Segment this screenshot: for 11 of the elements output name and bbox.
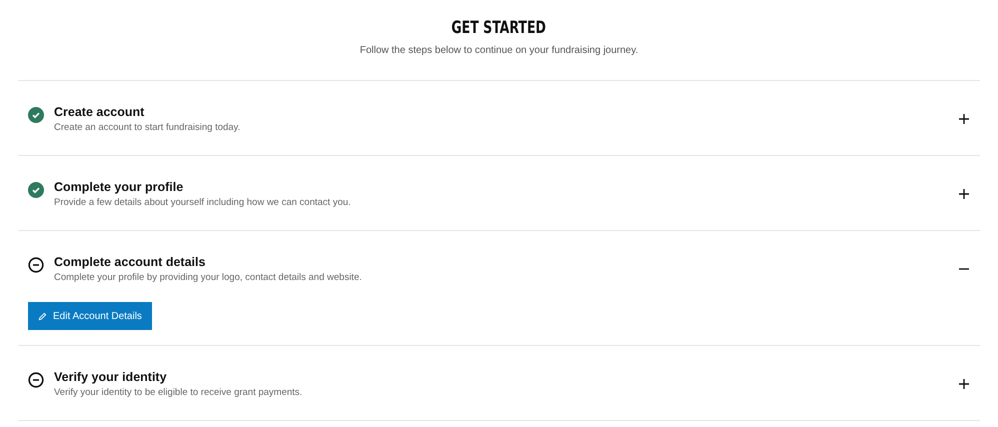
step-title[interactable]: Complete account details <box>54 254 949 268</box>
step-description: Complete your profile by providing your logo, contact details and website. <box>54 272 363 282</box>
edit-account-details-button[interactable]: Edit Account Details <box>28 302 152 330</box>
step-description: Provide a few details about yourself including how we can contact you. <box>54 196 352 208</box>
step-description: Create an account to start fundraising today. <box>54 122 242 132</box>
step-title[interactable]: Verify your identity <box>54 370 949 384</box>
page-title: GET STARTED <box>452 18 546 38</box>
step-title[interactable]: Create account <box>54 104 949 118</box>
page-subtitle: Follow the steps below to continue on your fundraising journey. <box>360 45 638 56</box>
step-description: Verify your identity to be eligible to receive grant payments. <box>54 386 304 398</box>
step-title[interactable]: Complete your profile <box>54 180 949 194</box>
